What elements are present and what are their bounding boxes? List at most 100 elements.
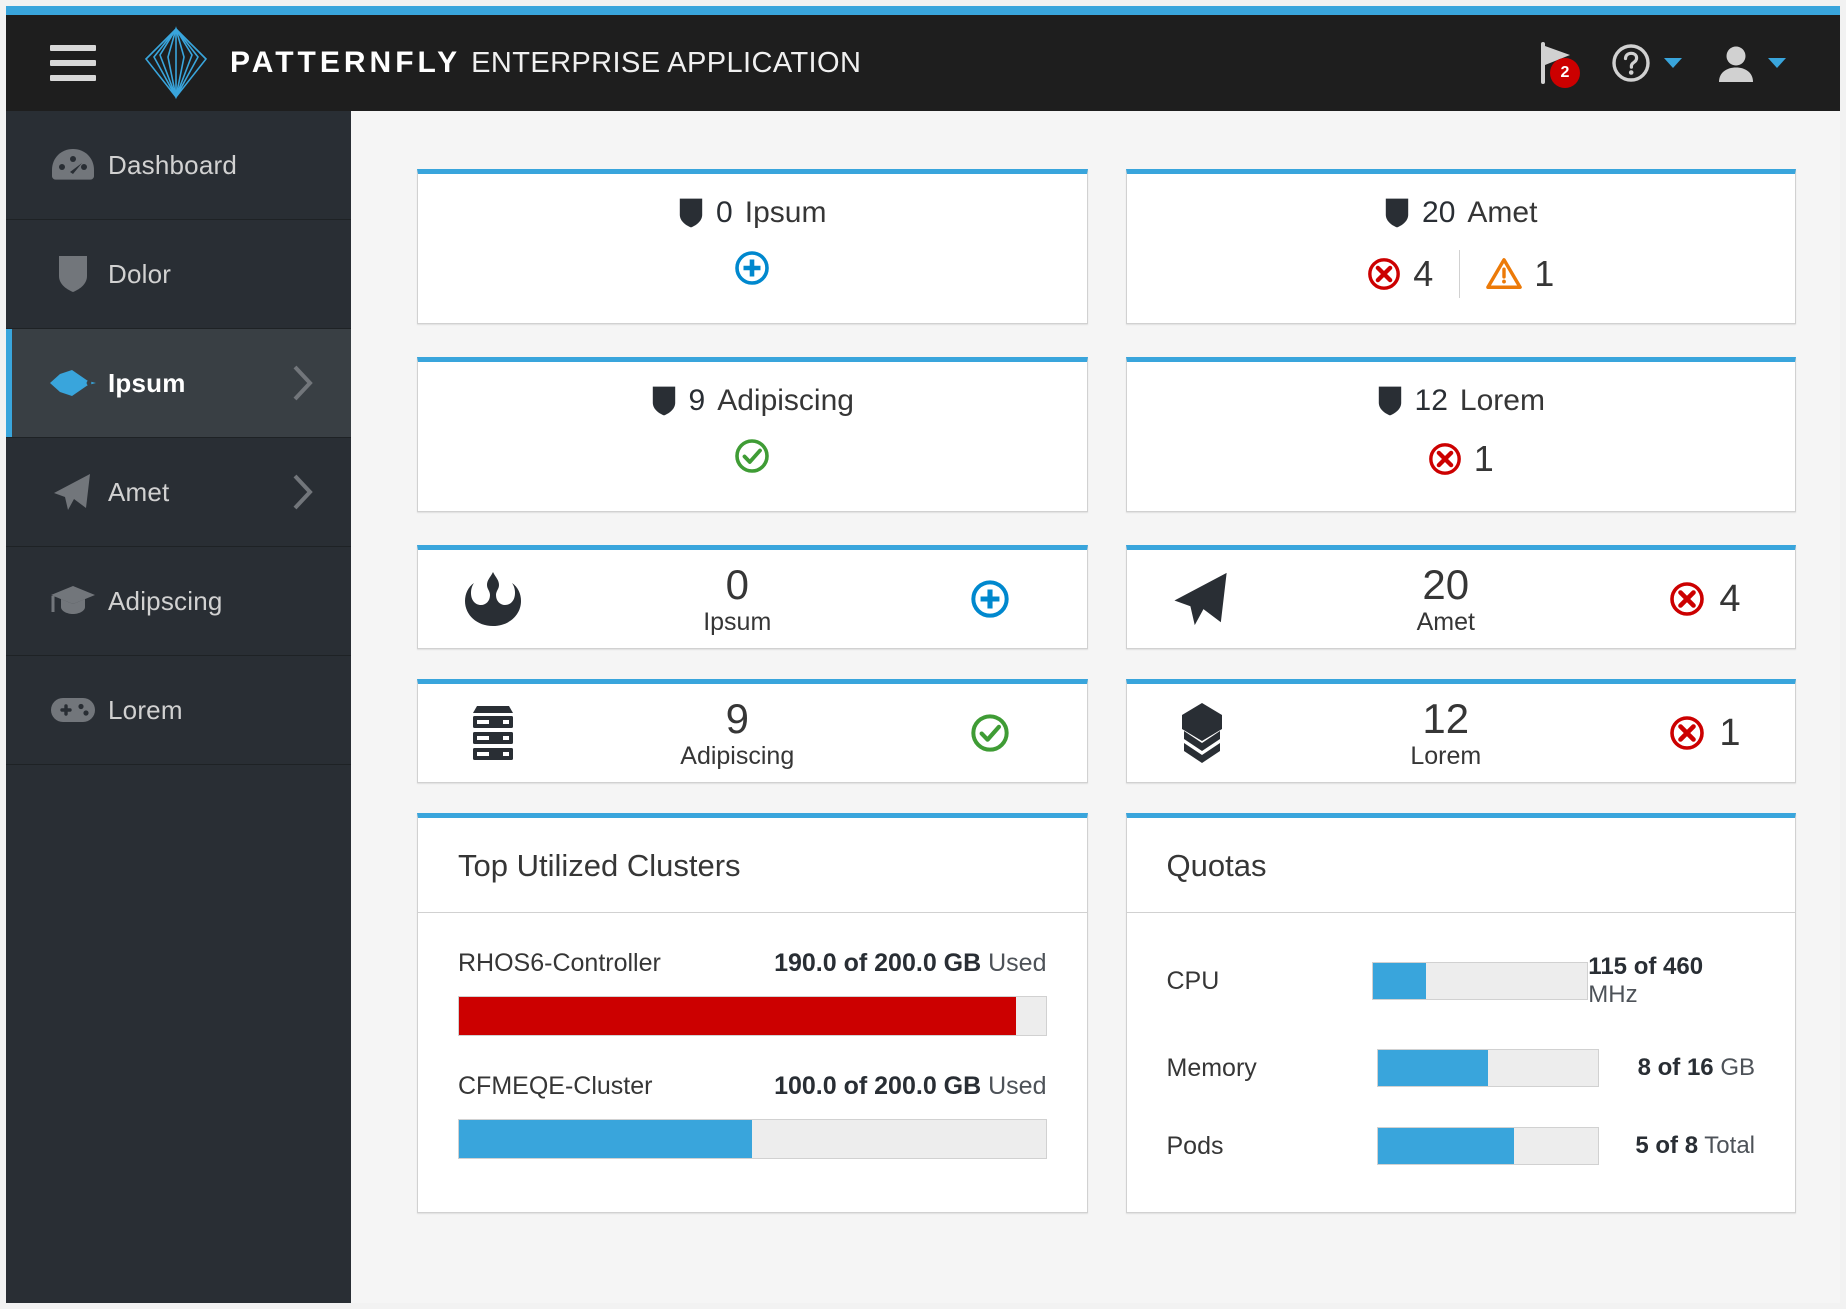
- aggregate-statuses: [734, 250, 770, 286]
- quota-used: 5: [1635, 1132, 1649, 1159]
- sidebar-item-lorem[interactable]: Lorem: [6, 656, 351, 765]
- warning-status[interactable]: 1: [1486, 253, 1554, 295]
- usage-suffix: Used: [988, 949, 1047, 977]
- aggregate-count: 0: [716, 196, 733, 229]
- quota-total: 460: [1663, 953, 1704, 980]
- mini-count: 0: [725, 560, 749, 608]
- aggregate-statuses: 1: [1428, 438, 1494, 480]
- error-circle-icon: [1670, 716, 1705, 750]
- dashboard-icon: [38, 148, 108, 182]
- sidebar-item-dolor[interactable]: Dolor: [6, 220, 351, 329]
- mini-status[interactable]: [907, 579, 1087, 619]
- quota-row[interactable]: CPU 115 of 460 MHz: [1167, 913, 1756, 1009]
- server-rack-icon: [418, 704, 568, 762]
- mini-status-count: 1: [1719, 711, 1741, 754]
- aggregate-card-title: 9 Adipiscing: [651, 384, 854, 418]
- chevron-down-icon: [1664, 58, 1682, 68]
- help-menu[interactable]: [1610, 42, 1682, 84]
- mini-row-2: 9 Adipiscing 12 Lorem 1: [417, 679, 1796, 813]
- sidebar-item-ipsum[interactable]: Ipsum: [6, 329, 351, 438]
- add-circle-status[interactable]: [734, 250, 770, 286]
- error-circle-icon: [1670, 582, 1705, 616]
- quota-bar-fill: [1372, 963, 1427, 999]
- usage-total: 200.0: [874, 1072, 937, 1100]
- utilization-row[interactable]: RHOS6-Controller 190.0 of 200.0 GB Used: [458, 913, 1047, 1036]
- error-status[interactable]: 4: [1367, 253, 1433, 295]
- mini-status[interactable]: 1: [1615, 712, 1795, 755]
- aggregate-count: 20: [1422, 196, 1456, 229]
- aggregate-card-ipsum[interactable]: 0 Ipsum: [417, 169, 1088, 324]
- error-circle-icon: [1368, 258, 1401, 290]
- cluster-usage: 100.0 of 200.0 GB Used: [774, 1072, 1047, 1100]
- hamburger-icon[interactable]: [50, 45, 96, 81]
- error-status[interactable]: 1: [1428, 438, 1494, 480]
- error-circle-icon: [1428, 443, 1461, 475]
- mini-card-value: 20 Amet: [1277, 562, 1616, 635]
- shield-icon: [652, 386, 675, 416]
- mini-status[interactable]: 4: [1615, 578, 1795, 621]
- aggregate-statuses: 4 1: [1367, 250, 1554, 298]
- aggregate-card-amet[interactable]: 20 Amet 4 1: [1125, 169, 1796, 324]
- shield-icon: [38, 254, 108, 294]
- mini-status[interactable]: [907, 713, 1087, 753]
- utilization-bar-track: [458, 1119, 1047, 1159]
- mini-card-value: 0 Ipsum: [568, 560, 907, 636]
- quota-row[interactable]: Memory 8 of 16 GB: [1166, 1009, 1755, 1087]
- ok-status[interactable]: [734, 438, 770, 474]
- usage-used: 100.0: [774, 1072, 837, 1100]
- notification-badge: 2: [1550, 58, 1580, 88]
- error-count: 4: [1413, 253, 1434, 294]
- top-utilized-clusters-panel: Top Utilized Clusters RHOS6-Controller 1…: [417, 813, 1088, 1213]
- usage-used: 190.0: [774, 949, 837, 977]
- mini-card-lorem[interactable]: 12 Lorem 1: [1125, 679, 1796, 783]
- mini-card-adipiscing[interactable]: 9 Adipiscing: [417, 679, 1088, 783]
- quota-row[interactable]: Pods 5 of 8 Total: [1167, 1087, 1755, 1165]
- aggregate-card-lorem[interactable]: 12 Lorem 1: [1125, 357, 1796, 512]
- brand[interactable]: PATTERNFLY ENTERPRISE APPLICATION: [140, 25, 861, 101]
- brand-name: PATTERNFLY: [230, 46, 462, 79]
- status-divider: [1459, 250, 1461, 298]
- dashboard-grid: 0 Ipsum 20 Amet 4 1 9 Adipiscing 12 Lore…: [351, 111, 1840, 1303]
- aggregate-row-1: 0 Ipsum 20 Amet 4 1: [417, 169, 1796, 357]
- quota-bar-track: [1376, 1127, 1599, 1165]
- aggregate-count: 12: [1414, 384, 1448, 417]
- sidebar-item-dashboard[interactable]: Dashboard: [6, 111, 351, 220]
- quota-value: 8 of 16 GB: [1637, 1054, 1755, 1081]
- chevron-right-icon[interactable]: [291, 364, 315, 402]
- chevron-right-icon[interactable]: [291, 473, 315, 511]
- sidebar-item-label: Ipsum: [108, 367, 186, 398]
- sidebar-item-adipscing[interactable]: Adipscing: [6, 547, 351, 656]
- aggregate-card-title: 12 Lorem: [1377, 384, 1545, 418]
- mini-label: Ipsum: [703, 607, 772, 636]
- sidebar-item-amet[interactable]: Amet: [6, 438, 351, 547]
- aggregate-label: Adipiscing: [717, 384, 854, 417]
- error-count: 1: [1473, 438, 1494, 479]
- utilization-bar-fill: [459, 1120, 753, 1158]
- cluster-name: CFMEQE-Cluster: [458, 1072, 653, 1100]
- sidebar-item-label: Adipscing: [108, 585, 223, 616]
- aggregate-statuses: [734, 438, 770, 474]
- paper-plane-icon: [1127, 570, 1277, 628]
- quota-label: Memory: [1166, 1053, 1257, 1082]
- cluster-name: RHOS6-Controller: [458, 949, 661, 977]
- quotas-panel: Quotas CPU 115 of 460 MHz Memory 8 of 16…: [1125, 813, 1796, 1213]
- mini-card-ipsum[interactable]: 0 Ipsum: [417, 545, 1088, 649]
- sidebar-item-label: Lorem: [108, 694, 183, 725]
- app-header: PATTERNFLY ENTERPRISE APPLICATION 2: [6, 15, 1840, 111]
- add-circle-icon: [970, 580, 1009, 618]
- notifications-button[interactable]: 2: [1536, 42, 1580, 88]
- mini-card-amet[interactable]: 20 Amet 4: [1125, 545, 1796, 649]
- user-menu[interactable]: [1716, 42, 1786, 84]
- graduation-cap-icon: [38, 584, 108, 618]
- panel-body: RHOS6-Controller 190.0 of 200.0 GB Used: [418, 913, 1087, 1159]
- warning-triangle-icon: [1486, 258, 1523, 289]
- user-icon: [1719, 46, 1753, 82]
- quota-unit: Total: [1704, 1132, 1755, 1159]
- utilization-row[interactable]: CFMEQE-Cluster 100.0 of 200.0 GB Used: [458, 1036, 1047, 1159]
- aggregate-card-adipiscing[interactable]: 9 Adipiscing: [417, 357, 1088, 512]
- quota-label: CPU: [1166, 966, 1220, 995]
- quota-unit: GB: [1720, 1054, 1755, 1081]
- usage-unit: GB: [943, 949, 982, 977]
- utilization-bar-track: [458, 996, 1047, 1036]
- chevron-badge-icon: [1127, 703, 1277, 763]
